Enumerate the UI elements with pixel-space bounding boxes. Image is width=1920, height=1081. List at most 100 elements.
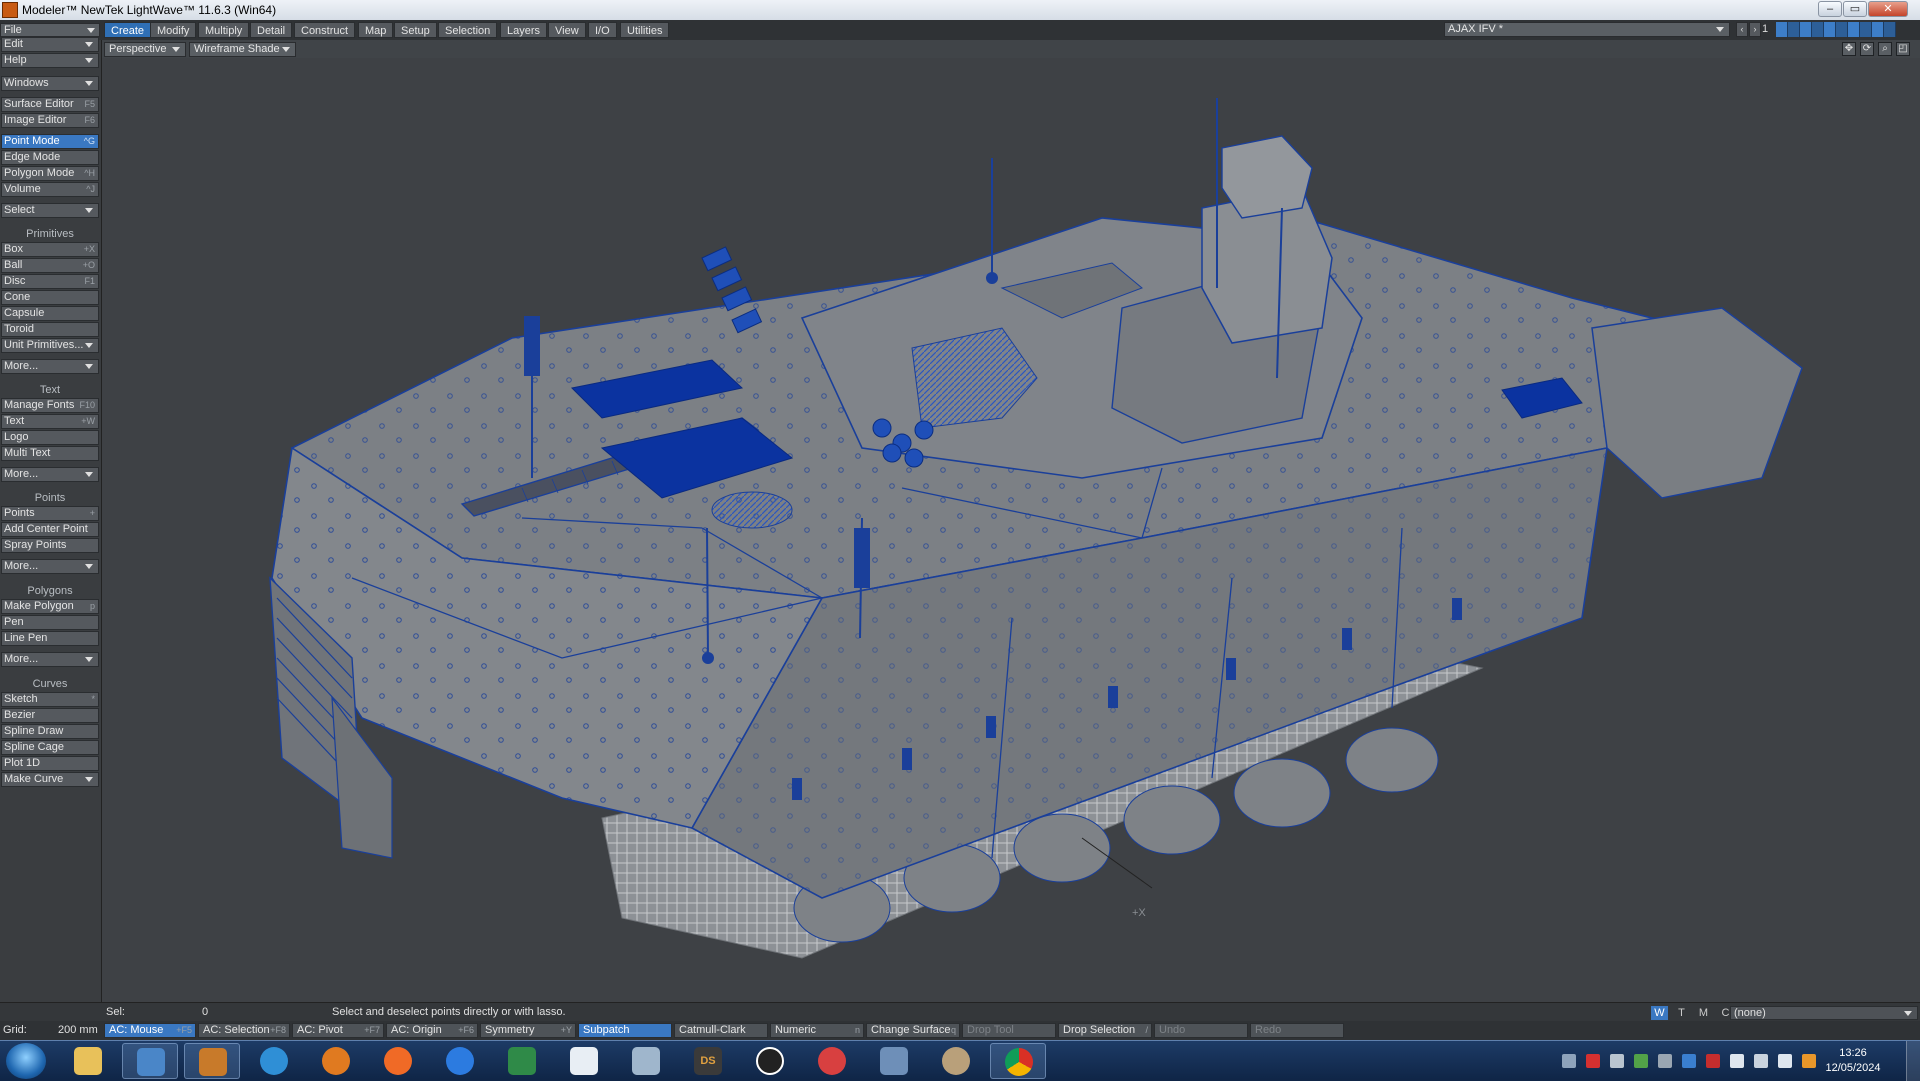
close-button[interactable]: ✕	[1868, 1, 1908, 17]
unity-taskbar-button[interactable]	[742, 1043, 798, 1079]
tab-utilities[interactable]: Utilities	[620, 22, 670, 38]
3d-viewport[interactable]: +X	[102, 58, 1920, 1002]
ac-selection-button[interactable]: AC: Selection +F8	[198, 1023, 290, 1038]
toggle-w[interactable]: W	[1651, 1006, 1668, 1020]
more-primitives-dropdown[interactable]: More...	[1, 359, 99, 374]
redo-button[interactable]: Redo	[1250, 1023, 1344, 1038]
layer-10[interactable]	[1884, 22, 1896, 37]
unit-primitives-dropdown[interactable]: Unit Primitives...	[1, 338, 99, 353]
help-menu[interactable]: Help	[1, 53, 99, 68]
layer-9[interactable]	[1872, 22, 1884, 37]
points-tool[interactable]: Points +	[1, 506, 99, 521]
bezier-tool[interactable]: Bezier	[1, 708, 99, 723]
ac-origin-button[interactable]: AC: Origin +F6	[386, 1023, 478, 1038]
antivirus-tray-icon[interactable]	[1586, 1054, 1600, 1068]
firefox-taskbar-button[interactable]	[370, 1043, 426, 1079]
lightwave-modeler-taskbar-button[interactable]	[184, 1043, 240, 1079]
toggle-t[interactable]: T	[1673, 1006, 1690, 1020]
more-polygons-dropdown[interactable]: More...	[1, 652, 99, 667]
show-desktop-button[interactable]	[1906, 1041, 1920, 1081]
make-polygon-button[interactable]: Make Polygon p	[1, 599, 99, 614]
numeric-button[interactable]: Numeric n	[770, 1023, 864, 1038]
maximize-viewport-icon[interactable]: ◰	[1896, 42, 1910, 56]
tab-map[interactable]: Map	[358, 22, 394, 38]
notification-tray-icon[interactable]	[1802, 1054, 1816, 1068]
maximize-button[interactable]: ▭	[1843, 1, 1867, 17]
daz-studio-taskbar-button[interactable]: DS	[680, 1043, 736, 1079]
zoom-view-icon[interactable]: ⌕	[1878, 42, 1892, 56]
prev-layer-button[interactable]: ‹	[1736, 22, 1748, 37]
spline-draw-tool[interactable]: Spline Draw	[1, 724, 99, 739]
excel-taskbar-button[interactable]	[494, 1043, 550, 1079]
ac-mouse-button[interactable]: AC: Mouse +F5	[104, 1023, 196, 1038]
layer-buttons[interactable]	[1776, 22, 1896, 37]
disc-tool[interactable]: Disc F1	[1, 274, 99, 289]
volume-mode-button[interactable]: Volume ^J	[1, 182, 99, 197]
taskbar-clock[interactable]: 13:26 12/05/2024	[1818, 1046, 1888, 1076]
explorer-taskbar-button[interactable]	[60, 1043, 116, 1079]
tab-layers[interactable]: Layers	[500, 22, 548, 38]
cone-tool[interactable]: Cone	[1, 290, 99, 305]
sketch-tool[interactable]: Sketch *	[1, 692, 99, 707]
surface-editor-button[interactable]: Surface Editor F5	[1, 97, 99, 112]
object-select[interactable]: AJAX IFV *	[1444, 22, 1730, 37]
move-view-icon[interactable]: ✥	[1842, 42, 1856, 56]
acrobat-tray-icon[interactable]	[1706, 1054, 1720, 1068]
inkscape-taskbar-button[interactable]	[804, 1043, 860, 1079]
drop-selection-button[interactable]: Drop Selection /	[1058, 1023, 1152, 1038]
layer-4[interactable]	[1812, 22, 1824, 37]
rotate-view-icon[interactable]: ⟳	[1860, 42, 1874, 56]
tab-construct[interactable]: Construct	[294, 22, 356, 38]
plot-1d-tool[interactable]: Plot 1D	[1, 756, 99, 771]
surface-dropdown[interactable]: (none)	[1730, 1006, 1918, 1020]
ac-pivot-button[interactable]: AC: Pivot +F7	[292, 1023, 384, 1038]
multi-text-tool[interactable]: Multi Text	[1, 446, 99, 461]
sketchup-taskbar-button[interactable]	[308, 1043, 364, 1079]
notepad-taskbar-button[interactable]	[556, 1043, 612, 1079]
zbrush-taskbar-button[interactable]	[866, 1043, 922, 1079]
make-curve-dropdown[interactable]: Make Curve	[1, 772, 99, 787]
file-menu[interactable]: File	[0, 23, 100, 37]
windows-menu[interactable]: Windows	[1, 76, 99, 91]
layer-7[interactable]	[1848, 22, 1860, 37]
toggle-m[interactable]: M	[1695, 1006, 1712, 1020]
more-points-dropdown[interactable]: More...	[1, 559, 99, 574]
spline-cage-tool[interactable]: Spline Cage	[1, 740, 99, 755]
catmull-clark-dropdown[interactable]: Catmull-Clark	[674, 1023, 768, 1038]
image-editor-button[interactable]: Image Editor F6	[1, 113, 99, 128]
flag-tray-icon[interactable]	[1730, 1054, 1744, 1068]
capsule-tool[interactable]: Capsule	[1, 306, 99, 321]
subpatch-button[interactable]: Subpatch	[578, 1023, 672, 1038]
manage-fonts-button[interactable]: Manage Fonts F10	[1, 398, 99, 413]
minimize-button[interactable]: –	[1818, 1, 1842, 17]
layer-1[interactable]	[1776, 22, 1788, 37]
select-dropdown[interactable]: Select	[1, 203, 99, 218]
more-text-dropdown[interactable]: More...	[1, 467, 99, 482]
volume-icon[interactable]	[1778, 1054, 1792, 1068]
tab-create[interactable]: Create	[104, 22, 152, 38]
undo-button[interactable]: Undo	[1154, 1023, 1248, 1038]
drop-tool-button[interactable]: Drop Tool	[962, 1023, 1056, 1038]
toroid-tool[interactable]: Toroid	[1, 322, 99, 337]
box-tool[interactable]: Box +X	[1, 242, 99, 257]
spray-points-tool[interactable]: Spray Points	[1, 538, 99, 553]
tab-selection[interactable]: Selection	[438, 22, 498, 38]
tab-io[interactable]: I/O	[588, 22, 617, 38]
change-surface-button[interactable]: Change Surface q	[866, 1023, 960, 1038]
calculator-taskbar-button[interactable]	[618, 1043, 674, 1079]
layer-6[interactable]	[1836, 22, 1848, 37]
polygon-mode-button[interactable]: Polygon Mode ^H	[1, 166, 99, 181]
tab-setup[interactable]: Setup	[394, 22, 437, 38]
tab-modify[interactable]: Modify	[150, 22, 197, 38]
shading-mode-dropdown[interactable]: Wireframe Shade	[189, 42, 296, 57]
tab-detail[interactable]: Detail	[250, 22, 293, 38]
symmetry-button[interactable]: Symmetry +Y	[480, 1023, 576, 1038]
tab-view[interactable]: View	[548, 22, 586, 38]
next-layer-button[interactable]: ›	[1749, 22, 1761, 37]
device-tray-icon[interactable]	[1658, 1054, 1672, 1068]
blender-taskbar-button[interactable]	[246, 1043, 302, 1079]
security-tray-icon[interactable]	[1682, 1054, 1696, 1068]
logo-tool[interactable]: Logo	[1, 430, 99, 445]
paint-taskbar-button[interactable]	[928, 1043, 984, 1079]
point-mode-button[interactable]: Point Mode ^G	[1, 134, 99, 149]
